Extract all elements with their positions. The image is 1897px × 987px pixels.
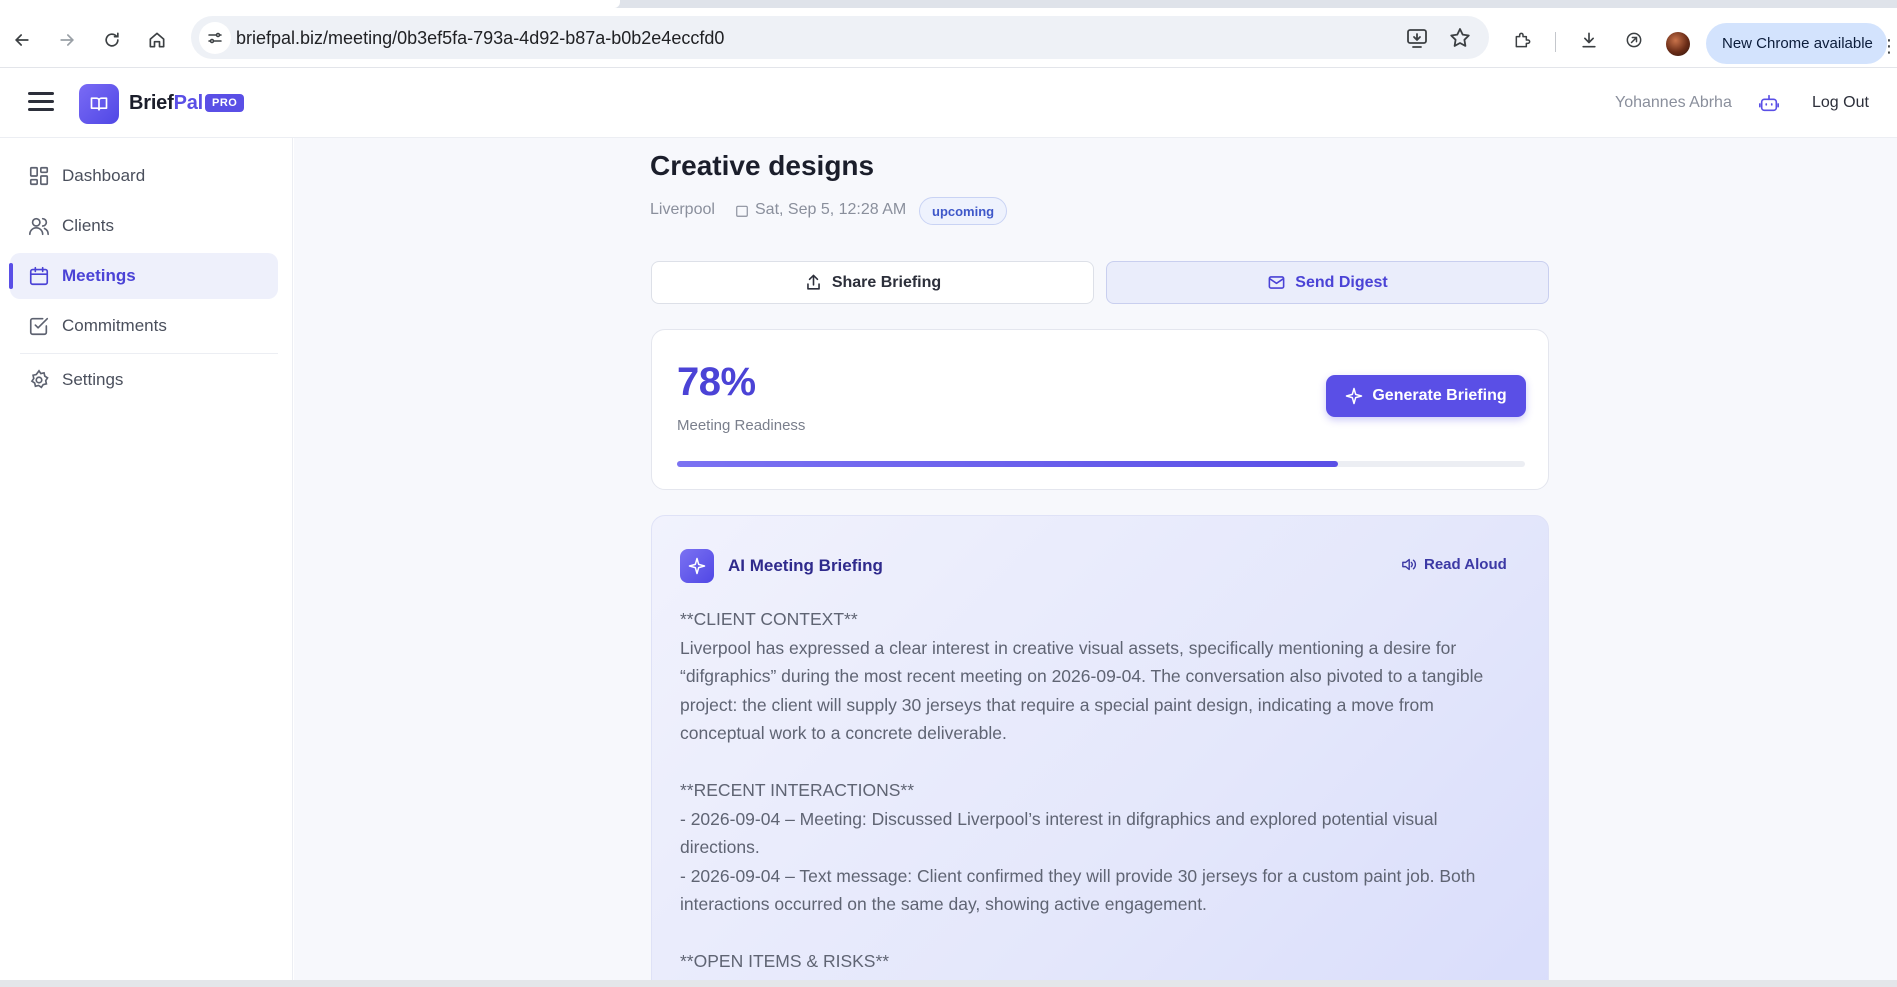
brand-part-2: Pal	[173, 92, 204, 114]
send-digest-button[interactable]: Send Digest	[1106, 261, 1549, 304]
extensions-icon[interactable]	[1508, 25, 1538, 55]
share-briefing-label: Share Briefing	[831, 273, 942, 291]
share-briefing-button[interactable]: Share Briefing	[651, 261, 1094, 304]
address-bar[interactable]: briefpal.biz/meeting/0b3ef5fa-793a-4d92-…	[191, 16, 1489, 59]
downloads-icon[interactable]	[1574, 25, 1604, 55]
read-aloud-label: Read Aloud	[1424, 556, 1507, 573]
users-icon	[29, 217, 49, 236]
sidebar-item-meetings[interactable]: Meetings	[9, 253, 278, 299]
status-badge: upcoming	[919, 197, 1008, 225]
extension-icon[interactable]	[1619, 25, 1649, 55]
meeting-client: Liverpool	[650, 201, 715, 218]
bookmark-star-icon[interactable]	[1448, 26, 1472, 50]
sidebar-item-settings[interactable]: Settings	[10, 357, 278, 403]
chrome-update-chip[interactable]: New Chrome available	[1706, 23, 1887, 64]
send-digest-label: Send Digest	[1295, 273, 1388, 291]
readiness-label: Meeting Readiness	[677, 417, 806, 434]
main-content: Creative designs Liverpool Sat, Sep 5, 1…	[294, 138, 1897, 980]
plan-badge: PRO	[205, 94, 245, 112]
sidebar-item-label: Clients	[62, 216, 114, 235]
calendar-icon	[29, 266, 49, 286]
briefing-title: AI Meeting Briefing	[728, 556, 883, 575]
reload-icon[interactable]	[97, 25, 127, 55]
small-calendar-icon	[736, 205, 748, 217]
app-header: BriefPal PRO Yohannes Abrha Log Out	[0, 68, 1897, 138]
sidebar-item-commitments[interactable]: Commitments	[10, 303, 278, 349]
install-app-icon[interactable]	[1405, 26, 1429, 50]
generate-briefing-button[interactable]: Generate Briefing	[1326, 375, 1526, 417]
ai-briefing-card: AI Meeting Briefing Read Aloud **CLIENT …	[651, 515, 1549, 980]
sidebar-item-dashboard[interactable]: Dashboard	[10, 153, 278, 199]
sidebar-item-label: Meetings	[62, 266, 136, 285]
site-settings-icon[interactable]	[199, 22, 231, 54]
robot-icon[interactable]	[1758, 92, 1780, 114]
sidebar-divider	[20, 353, 278, 354]
brand-part-1: Brief	[129, 92, 174, 114]
profile-avatar[interactable]	[1666, 32, 1690, 56]
toolbar-divider	[1555, 32, 1556, 52]
mail-icon	[1268, 276, 1285, 289]
dashboard-icon	[29, 166, 49, 186]
back-icon[interactable]	[7, 25, 37, 55]
book-logo-icon[interactable]	[79, 84, 119, 124]
user-name: Yohannes Abrha	[1615, 94, 1732, 111]
sparkle-icon	[1346, 387, 1363, 405]
gear-icon	[30, 369, 49, 389]
url-text[interactable]: briefpal.biz/meeting/0b3ef5fa-793a-4d92-…	[236, 28, 724, 49]
sidebar: Dashboard Clients Meetings Commitments S…	[0, 138, 293, 980]
active-tab[interactable]	[0, 0, 620, 8]
checkbox-icon	[29, 317, 49, 336]
sidebar-item-label: Commitments	[62, 316, 167, 335]
home-icon[interactable]	[142, 25, 172, 55]
menu-icon[interactable]	[28, 92, 54, 112]
page-title: Creative designs	[650, 150, 875, 181]
generate-briefing-label: Generate Briefing	[1372, 387, 1507, 404]
logout-button[interactable]: Log Out	[1812, 94, 1869, 112]
sidebar-item-label: Settings	[62, 370, 124, 389]
speaker-icon	[1402, 558, 1417, 571]
briefing-body: **CLIENT CONTEXT** Liverpool has express…	[680, 609, 1484, 971]
forward-icon[interactable]	[52, 25, 82, 55]
readiness-progress-bar	[677, 461, 1525, 467]
readiness-progress-fill	[677, 461, 1339, 467]
browser-toolbar: briefpal.biz/meeting/0b3ef5fa-793a-4d92-…	[0, 8, 1897, 68]
tab-strip	[0, 0, 1897, 8]
readiness-value: 78%	[677, 360, 756, 404]
sidebar-item-clients[interactable]: Clients	[10, 203, 278, 249]
sidebar-item-label: Dashboard	[62, 166, 146, 185]
share-icon	[806, 274, 820, 290]
readiness-card: 78% Meeting Readiness Generate Briefing	[651, 329, 1549, 490]
read-aloud-button[interactable]: Read Aloud	[1400, 556, 1507, 573]
bottom-scrollbar[interactable]	[0, 980, 1897, 987]
more-menu-icon[interactable]: ⋮	[1880, 36, 1897, 57]
brand-name[interactable]: BriefPal	[129, 92, 203, 115]
ai-sparkle-icon	[680, 549, 714, 583]
meeting-datetime: Sat, Sep 5, 12:28 AM	[755, 201, 907, 218]
